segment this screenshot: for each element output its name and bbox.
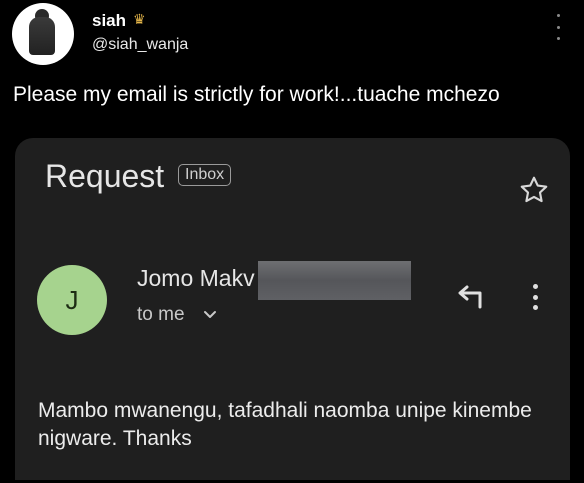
sender-name: Jomo Makv bbox=[137, 265, 255, 291]
recipient-label: to me bbox=[137, 304, 185, 325]
author-name[interactable]: siah bbox=[92, 11, 126, 31]
email-body: Mambo mwanengu, tafadhali naomba unipe k… bbox=[38, 399, 532, 450]
email-more-icon bbox=[530, 284, 540, 310]
crown-emoji-icon: ♛ bbox=[133, 11, 146, 27]
sender-initial: J bbox=[65, 284, 79, 315]
email-screenshot[interactable]: Request Inbox J Jomo Makv to me Mambo mw… bbox=[15, 138, 570, 480]
more-options-icon[interactable] bbox=[552, 14, 564, 40]
chevron-down-icon bbox=[204, 311, 216, 318]
reply-icon bbox=[458, 285, 482, 309]
redaction-blur bbox=[258, 261, 411, 300]
inbox-label-badge: Inbox bbox=[178, 164, 232, 186]
avatar-figure-body bbox=[29, 17, 55, 55]
star-icon bbox=[520, 176, 548, 203]
post-text: Please my email is strictly for work!...… bbox=[13, 83, 500, 106]
email-subject: Request bbox=[45, 158, 165, 194]
author-handle[interactable]: @siah_wanja bbox=[92, 36, 188, 54]
sender-avatar: J bbox=[37, 265, 107, 335]
avatar[interactable] bbox=[12, 3, 74, 65]
